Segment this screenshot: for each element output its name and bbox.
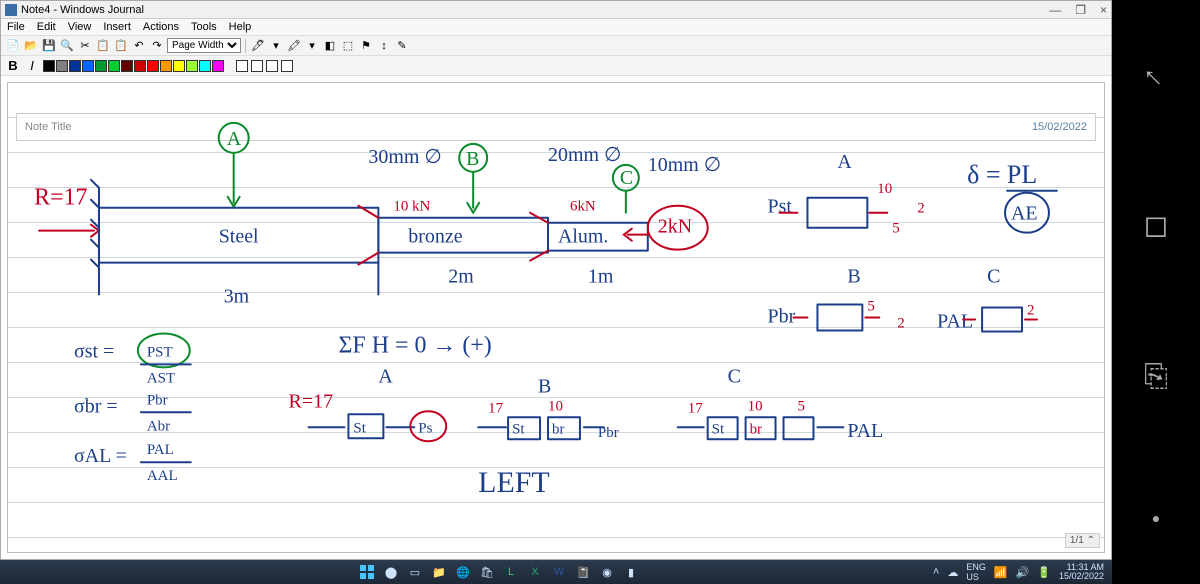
selection-tool-button[interactable]: ⬚ [340,38,356,54]
color-swatch[interactable] [212,60,224,72]
insert-space-button[interactable]: ↕ [376,38,392,54]
task-view-icon[interactable]: ▭ [408,565,422,579]
eraser-button[interactable]: ◧ [322,38,338,54]
color-swatch[interactable] [108,60,120,72]
color-swatch[interactable] [186,60,198,72]
color-swatch[interactable] [147,60,159,72]
main-toolbar: 📄 📂 💾 🔍 ✂ 📋 📋 ↶ ↷ Page Width 🖊 ▾ 🖍 ▾ ◧ ⬚… [1,36,1111,56]
highlighter-button[interactable]: 🖍 [286,38,302,54]
nav-back-button[interactable]: ← [1133,52,1178,97]
zoom-select[interactable]: Page Width [167,38,241,53]
journal-icon[interactable]: 📓 [576,565,590,579]
find-button[interactable]: 🔍 [59,38,75,54]
pen-drop-button[interactable]: ▾ [268,38,284,54]
undo-button[interactable]: ↶ [131,38,147,54]
color-swatch[interactable] [160,60,172,72]
flag-button[interactable]: ⚑ [358,38,374,54]
italic-button[interactable]: I [24,58,40,73]
tray-volume-icon[interactable]: 🔊 [1016,566,1030,579]
system-tray[interactable]: ˄ ☁ ENG US 📶 🔊 🔋 11:31 AM 15/02/2022 [933,562,1104,582]
color-swatch[interactable] [69,60,81,72]
color-swatches [43,60,224,72]
highlighter-drop-button[interactable]: ▾ [304,38,320,54]
app-icon-l[interactable]: L [504,565,518,579]
empty-swatch[interactable] [251,60,263,72]
chrome-icon[interactable]: ◉ [600,565,614,579]
page-indicator: 1/1 ⌃ [1065,533,1100,548]
note-canvas[interactable]: Note Title 15/02/2022 .bl{stroke:#1c3e8a… [7,82,1105,553]
tray-language[interactable]: ENG US [966,562,986,582]
note-title-input[interactable]: Note Title 15/02/2022 [16,113,1096,141]
bold-button[interactable]: B [5,58,21,73]
device-nav-rail: ← ◻ ⎘ ● [1112,0,1200,584]
explorer-icon[interactable]: 📁 [432,565,446,579]
color-swatch[interactable] [56,60,68,72]
nav-recent-button[interactable]: ⎘ [1144,360,1168,394]
color-swatch[interactable] [173,60,185,72]
empty-swatch[interactable] [266,60,278,72]
menu-help[interactable]: Help [229,21,252,33]
edge-icon[interactable]: 🌐 [456,565,470,579]
color-swatch[interactable] [199,60,211,72]
tray-battery-icon[interactable]: 🔋 [1037,566,1051,579]
tray-onedrive-icon[interactable]: ☁ [947,566,958,579]
misc-icon[interactable]: ▮ [624,565,638,579]
color-swatch[interactable] [134,60,146,72]
empty-swatch[interactable] [236,60,248,72]
word-icon[interactable]: W [552,565,566,579]
text-tool-button[interactable]: ✎ [394,38,410,54]
window-title: Note4 - Windows Journal [21,4,144,16]
window-close-button[interactable]: × [1100,3,1107,17]
note-title-placeholder: Note Title [25,121,71,133]
window-titlebar: Note4 - Windows Journal — ❐ × [1,1,1111,19]
cut-button[interactable]: ✂ [77,38,93,54]
copy-button[interactable]: 📋 [95,38,111,54]
excel-icon[interactable]: X [528,565,542,579]
tray-wifi-icon[interactable]: 📶 [994,566,1008,579]
toolbar-separator [245,39,246,53]
window-minimize-button[interactable]: — [1049,3,1061,17]
window-restore-button[interactable]: ❐ [1075,3,1086,17]
app-window: Note4 - Windows Journal — ❐ × File Edit … [0,0,1112,560]
store-icon[interactable]: 🛍 [480,565,494,579]
menu-file[interactable]: File [7,21,25,33]
open-button[interactable]: 📂 [23,38,39,54]
task-search-icon[interactable]: ⬤ [384,565,398,579]
menu-actions[interactable]: Actions [143,21,179,33]
menu-view[interactable]: View [68,21,92,33]
color-swatch[interactable] [43,60,55,72]
nav-dot-button[interactable]: ● [1152,510,1160,526]
new-note-button[interactable]: 📄 [5,38,21,54]
nav-home-button[interactable]: ◻ [1144,208,1169,243]
start-button[interactable] [360,565,374,579]
empty-swatch[interactable] [281,60,293,72]
color-swatch[interactable] [82,60,94,72]
menubar: File Edit View Insert Actions Tools Help [1,19,1111,36]
tray-chevron-icon[interactable]: ˄ [933,566,939,578]
app-icon [5,4,17,16]
save-button[interactable]: 💾 [41,38,57,54]
format-toolbar: B I [1,56,1111,76]
color-swatch[interactable] [95,60,107,72]
menu-insert[interactable]: Insert [103,21,131,33]
pen-tool-button[interactable]: 🖊 [250,38,266,54]
redo-button[interactable]: ↷ [149,38,165,54]
menu-edit[interactable]: Edit [37,21,56,33]
lined-paper-bg [8,83,1104,552]
color-swatch[interactable] [121,60,133,72]
windows-taskbar[interactable]: ⬤ ▭ 📁 🌐 🛍 L X W 📓 ◉ ▮ ˄ ☁ ENG US 📶 🔊 🔋 1… [0,560,1112,584]
paste-button[interactable]: 📋 [113,38,129,54]
menu-tools[interactable]: Tools [191,21,217,33]
tray-clock[interactable]: 11:31 AM 15/02/2022 [1059,563,1104,581]
note-date: 15/02/2022 [1032,121,1087,133]
